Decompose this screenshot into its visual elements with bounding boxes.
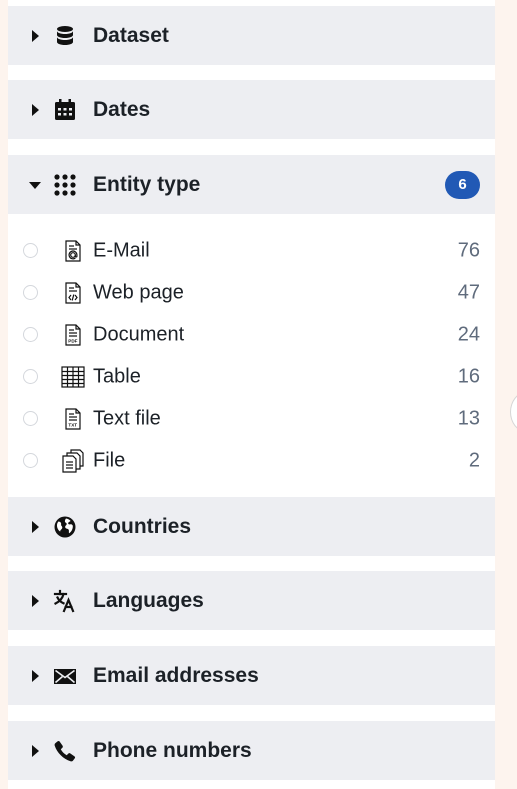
option-count: 16 (457, 365, 480, 388)
entity-type-options: E-Mail 76 Web page 47 PDF Document 24 Ta… (8, 215, 495, 497)
option-document[interactable]: PDF Document 24 (8, 314, 495, 356)
radio-button[interactable] (23, 369, 38, 384)
option-count: 24 (457, 323, 480, 346)
code-document-icon (61, 281, 85, 305)
option-web-page[interactable]: Web page 47 (8, 272, 495, 314)
facet-header-dataset[interactable]: Dataset (8, 6, 495, 65)
facet-header-languages[interactable]: Languages (8, 571, 495, 630)
option-count: 13 (457, 407, 480, 430)
option-table[interactable]: Table 16 (8, 356, 495, 398)
facet-title: Languages (93, 588, 204, 612)
svg-text:TXT: TXT (68, 423, 77, 428)
facet-panel: Dataset Dates Entity type 6 E-Mail 76 We… (8, 0, 495, 789)
caret-down-icon (29, 181, 41, 189)
calendar-icon (53, 98, 77, 122)
facet-title: Countries (93, 514, 192, 538)
email-document-icon (61, 239, 85, 263)
facet-title: Entity type (93, 172, 201, 196)
caret-right-icon (32, 669, 39, 682)
facet-header-countries[interactable]: Countries (8, 497, 495, 556)
globe-icon (53, 515, 77, 539)
option-text-file[interactable]: TXT Text file 13 (8, 398, 495, 440)
facet-header-phone-numbers[interactable]: Phone numbers (8, 721, 495, 780)
option-email[interactable]: E-Mail 76 (8, 230, 495, 272)
radio-button[interactable] (23, 285, 38, 300)
grid-dots-icon (53, 173, 77, 197)
caret-right-icon (32, 744, 39, 757)
caret-right-icon (32, 594, 39, 607)
option-label: File (93, 449, 126, 472)
facet-header-email-addresses[interactable]: Email addresses (8, 646, 495, 705)
documents-stack-icon (61, 449, 85, 473)
translate-icon (53, 589, 77, 613)
option-label: Web page (93, 281, 184, 304)
option-label: Text file (93, 407, 161, 430)
caret-right-icon (32, 103, 39, 116)
facet-title: Dates (93, 97, 151, 121)
phone-icon (53, 739, 77, 763)
txt-document-icon: TXT (61, 407, 85, 431)
pdf-document-icon: PDF (61, 323, 85, 347)
facet-title: Email addresses (93, 663, 259, 687)
option-count: 76 (457, 239, 480, 262)
table-icon (61, 365, 85, 389)
option-label: Document (93, 323, 185, 346)
caret-right-icon (32, 520, 39, 533)
radio-button[interactable] (23, 411, 38, 426)
svg-text:PDF: PDF (68, 339, 77, 344)
radio-button[interactable] (23, 327, 38, 342)
option-count: 2 (468, 449, 480, 472)
count-badge: 6 (445, 170, 480, 199)
caret-right-icon (32, 29, 39, 42)
envelope-icon (53, 664, 77, 688)
facet-title: Phone numbers (93, 738, 252, 762)
option-file[interactable]: File 2 (8, 440, 495, 482)
radio-button[interactable] (23, 243, 38, 258)
option-count: 47 (457, 281, 480, 304)
radio-button[interactable] (23, 453, 38, 468)
option-label: E-Mail (93, 239, 150, 262)
scroll-handle[interactable] (510, 392, 517, 432)
facet-header-dates[interactable]: Dates (8, 80, 495, 139)
facet-title: Dataset (93, 23, 169, 47)
database-icon (53, 24, 77, 48)
option-label: Table (93, 365, 141, 388)
facet-header-entity-type[interactable]: Entity type 6 (8, 155, 495, 214)
